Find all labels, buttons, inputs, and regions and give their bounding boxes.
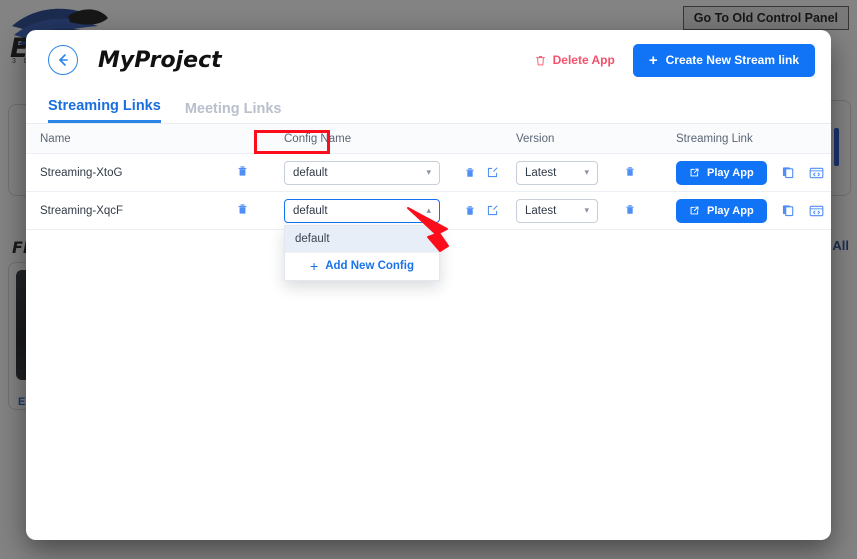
column-header-name: Name — [40, 133, 236, 145]
page-root: E 3 D Go To Old Control Panel Flip E All… — [0, 0, 857, 559]
version-select[interactable]: Latest ▾ — [516, 161, 598, 185]
chevron-down-icon: ▾ — [426, 167, 431, 178]
code-embed-icon — [809, 204, 824, 218]
row-delete-cell — [236, 164, 284, 181]
trash-icon — [464, 204, 476, 217]
delete-app-label: Delete App — [553, 53, 615, 67]
play-app-button[interactable]: Play App — [676, 199, 767, 223]
row-name: Streaming-XqcF — [40, 205, 236, 217]
version-select[interactable]: Latest ▾ — [516, 199, 598, 223]
header-actions: Delete App + Create New Stream link — [534, 44, 815, 77]
trash-icon — [624, 165, 636, 178]
row-name: Streaming-XtoG — [40, 167, 236, 179]
create-button-label: Create New Stream link — [666, 53, 799, 67]
config-name-dropdown-menu: default + Add New Config — [284, 225, 440, 281]
code-embed-icon — [809, 166, 824, 180]
chevron-down-icon: ▾ — [584, 205, 589, 216]
streaming-links-table: Name Config Name Version Streaming Link … — [26, 124, 831, 230]
row-config-actions — [464, 166, 516, 179]
tab-streaming-links[interactable]: Streaming Links — [48, 98, 161, 123]
delete-app-button[interactable]: Delete App — [534, 53, 615, 67]
delete-row-button[interactable] — [236, 202, 249, 216]
modal-header: MyProject Delete App + Create New Stream… — [26, 30, 831, 90]
dropdown-option-default[interactable]: default — [285, 226, 439, 252]
row-delete-cell — [236, 202, 284, 219]
delete-version-button[interactable] — [624, 203, 636, 216]
trash-icon — [624, 203, 636, 216]
row-config-cell: default ▴ default + Add New Config — [284, 199, 464, 223]
row-version-delete-cell — [624, 165, 676, 181]
trash-icon — [236, 202, 249, 216]
delete-row-button[interactable] — [236, 164, 249, 178]
play-app-label: Play App — [707, 205, 754, 217]
edit-config-button[interactable] — [486, 204, 499, 217]
copy-link-button[interactable] — [781, 203, 795, 218]
delete-config-button[interactable] — [464, 204, 476, 217]
row-streaming-link-cell: Play App — [676, 161, 831, 185]
row-streaming-link-cell: Play App — [676, 199, 831, 223]
row-version-cell: Latest ▾ — [516, 199, 624, 223]
page-title: MyProject — [98, 48, 222, 73]
arrow-left-icon — [55, 52, 71, 68]
delete-config-button[interactable] — [464, 166, 476, 179]
table-row: Streaming-XqcF default ▴ — [26, 192, 831, 230]
edit-square-icon — [486, 204, 499, 217]
external-link-icon — [689, 167, 700, 178]
chevron-down-icon: ▾ — [584, 167, 589, 178]
copy-icon — [781, 165, 795, 180]
tab-bar: Streaming Links Meeting Links — [26, 90, 831, 124]
config-name-value: default — [293, 167, 328, 179]
plus-icon: + — [649, 53, 658, 68]
config-name-value: default — [293, 205, 328, 217]
config-name-select[interactable]: default ▾ — [284, 161, 440, 185]
copy-icon — [781, 203, 795, 218]
row-config-cell: default ▾ — [284, 161, 464, 185]
version-value: Latest — [525, 167, 556, 179]
column-header-streaming-link: Streaming Link — [676, 133, 831, 145]
embed-code-button[interactable] — [809, 166, 824, 180]
row-version-delete-cell — [624, 203, 676, 219]
add-new-config-label: Add New Config — [325, 260, 414, 272]
copy-link-button[interactable] — [781, 165, 795, 180]
table-header-row: Name Config Name Version Streaming Link — [26, 124, 831, 154]
trash-icon — [464, 166, 476, 179]
delete-version-button[interactable] — [624, 165, 636, 178]
trash-icon — [236, 164, 249, 178]
plus-icon: + — [310, 258, 318, 274]
external-link-icon — [689, 205, 700, 216]
add-new-config-button[interactable]: + Add New Config — [285, 252, 439, 280]
embed-code-button[interactable] — [809, 204, 824, 218]
table-row: Streaming-XtoG default ▾ — [26, 154, 831, 192]
create-new-stream-link-button[interactable]: + Create New Stream link — [633, 44, 815, 77]
chevron-up-icon: ▴ — [426, 205, 431, 216]
row-config-actions — [464, 204, 516, 217]
trash-icon — [534, 54, 547, 67]
config-name-select[interactable]: default ▴ — [284, 199, 440, 223]
column-header-version: Version — [516, 133, 624, 145]
edit-square-icon — [486, 166, 499, 179]
back-button[interactable] — [48, 45, 78, 75]
tab-meeting-links[interactable]: Meeting Links — [185, 101, 282, 123]
play-app-label: Play App — [707, 167, 754, 179]
play-app-button[interactable]: Play App — [676, 161, 767, 185]
column-header-config-name: Config Name — [284, 133, 464, 145]
row-version-cell: Latest ▾ — [516, 161, 624, 185]
version-value: Latest — [525, 205, 556, 217]
edit-config-button[interactable] — [486, 166, 499, 179]
project-modal: MyProject Delete App + Create New Stream… — [26, 30, 831, 540]
